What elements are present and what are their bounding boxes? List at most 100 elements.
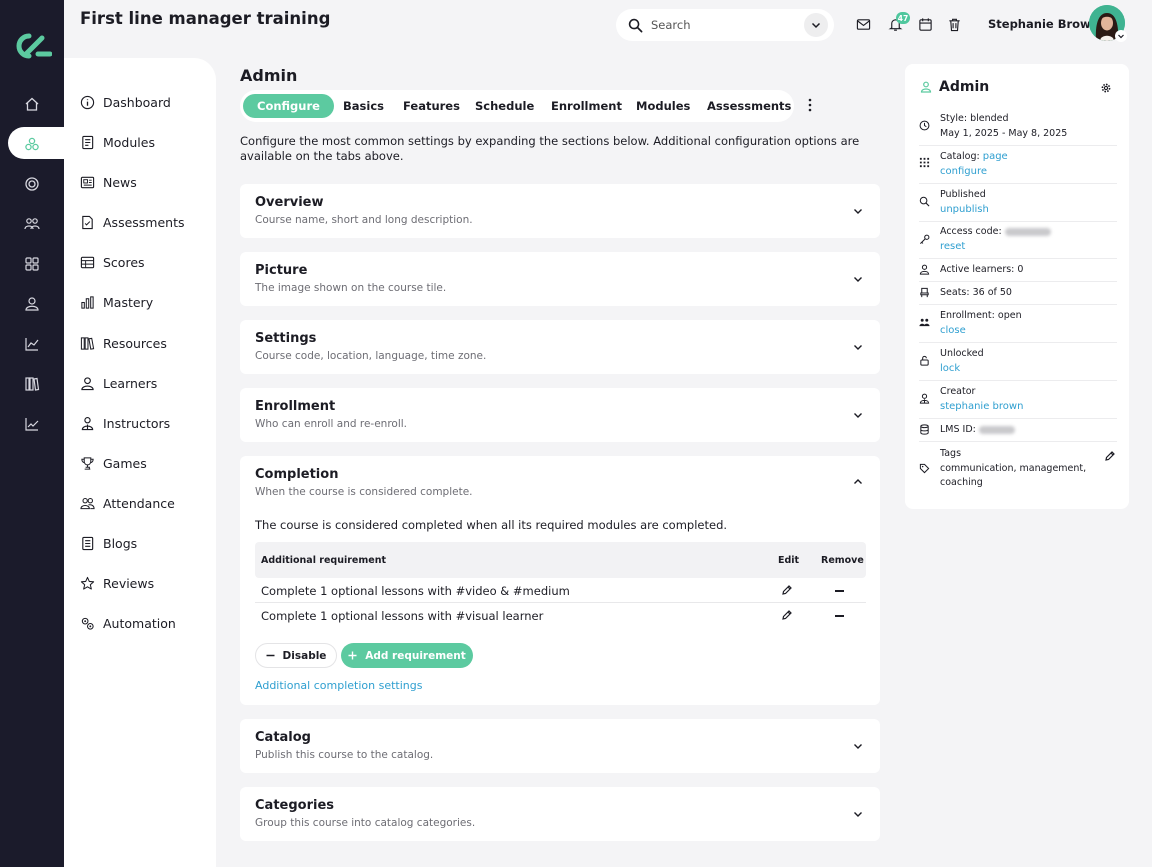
add-requirement-label: Add requirement — [365, 649, 466, 662]
section-title: Enrollment — [255, 399, 336, 414]
blog-icon — [82, 536, 94, 550]
nav-item-attendance[interactable]: Attendance — [80, 492, 175, 514]
section-title: Catalog — [255, 730, 311, 745]
nav-item-resources[interactable]: Resources — [80, 332, 167, 354]
section-picture[interactable]: Picture The image shown on the course ti… — [240, 252, 880, 306]
completion-description: The course is considered completed when … — [255, 518, 728, 532]
nav-item-learners[interactable]: Learners — [80, 372, 157, 394]
nav-item-label: Automation — [103, 615, 176, 631]
nav-item-assessments[interactable]: Assessments — [80, 211, 185, 233]
section-categories[interactable]: Categories Group this course into catalo… — [240, 787, 880, 841]
nav-item-modules[interactable]: Modules — [80, 131, 155, 153]
search-scope-dropdown[interactable] — [804, 13, 828, 37]
nav-item-dashboard[interactable]: Dashboard — [80, 91, 171, 113]
lock-link[interactable]: lock — [940, 362, 984, 377]
trend-icon[interactable] — [22, 414, 42, 434]
tag-icon — [919, 463, 930, 474]
tab-assessments[interactable]: Assessments — [707, 94, 791, 118]
home-icon[interactable] — [22, 94, 42, 114]
section-enrollment[interactable]: Enrollment Who can enroll and re-enroll. — [240, 388, 880, 442]
seat-icon — [920, 287, 929, 298]
add-requirement-button[interactable]: Add requirement — [341, 643, 473, 668]
tab-enrollment[interactable]: Enrollment — [551, 94, 622, 118]
calendar-icon[interactable] — [917, 16, 933, 32]
target-icon[interactable] — [22, 174, 42, 194]
search-input[interactable] — [651, 18, 804, 32]
creator-link[interactable]: stephanie brown — [940, 400, 1023, 415]
trash-icon[interactable] — [946, 16, 962, 32]
additional-completion-settings-link[interactable]: Additional completion settings — [255, 679, 422, 692]
search-bar[interactable] — [616, 9, 834, 41]
catalog-configure-link[interactable]: configure — [940, 165, 1008, 180]
nav-item-games[interactable]: Games — [80, 452, 147, 474]
tab-modules[interactable]: Modules — [636, 94, 690, 118]
chevron-down-icon[interactable] — [852, 740, 864, 752]
section-subtitle: Publish this course to the catalog. — [255, 749, 434, 761]
disable-button[interactable]: Disable — [255, 643, 337, 668]
unpublish-link[interactable]: unpublish — [940, 203, 989, 218]
app-rail — [0, 0, 72, 867]
tab-features[interactable]: Features — [403, 94, 460, 118]
nav-item-reviews[interactable]: Reviews — [80, 572, 154, 594]
nav-item-automation[interactable]: Automation — [80, 612, 176, 634]
section-subtitle: Course code, location, language, time zo… — [255, 350, 487, 362]
chevron-down-icon[interactable] — [852, 205, 864, 217]
key-icon — [920, 234, 930, 244]
column-header-remove: Remove — [821, 555, 864, 566]
tab-configure[interactable]: Configure — [243, 94, 334, 118]
person-icon[interactable] — [22, 294, 42, 314]
section-overview[interactable]: Overview Course name, short and long des… — [240, 184, 880, 238]
user-name[interactable]: Stephanie Brown — [988, 17, 1099, 31]
tab-basics[interactable]: Basics — [343, 94, 384, 118]
library-icon[interactable] — [22, 374, 42, 394]
page-title: Admin — [240, 66, 298, 85]
person-icon — [81, 376, 94, 390]
enrollment-label: Enrollment: open — [940, 310, 1022, 321]
remove-requirement-button[interactable] — [835, 615, 844, 617]
column-header-requirement: Additional requirement — [261, 555, 386, 566]
section-completion: Completion When the course is considered… — [240, 456, 880, 705]
app-logo[interactable] — [12, 30, 52, 62]
nav-item-label: Mastery — [103, 294, 154, 310]
info-row-style: Style: blended May 1, 2025 - May 8, 2025 — [919, 112, 1117, 146]
more-options-icon[interactable] — [805, 97, 815, 113]
unlock-icon — [920, 355, 929, 366]
minus-icon — [266, 654, 275, 657]
pencil-icon[interactable] — [781, 609, 793, 621]
catalog-page-link[interactable]: page — [983, 151, 1008, 162]
admin-user-icon — [920, 81, 932, 93]
column-header-edit: Edit — [778, 555, 800, 566]
remove-requirement-button[interactable] — [835, 590, 844, 592]
chart-icon[interactable] — [22, 334, 42, 354]
nav-item-news[interactable]: News — [80, 171, 137, 193]
gear-icon[interactable] — [1100, 82, 1112, 94]
chevron-down-icon[interactable] — [852, 808, 864, 820]
chevron-down-icon[interactable] — [852, 409, 864, 421]
admin-tabs: Configure Basics Features Schedule Enrol… — [240, 90, 794, 122]
user-menu-chevron[interactable] — [1115, 30, 1127, 42]
tab-schedule[interactable]: Schedule — [475, 94, 534, 118]
mail-icon[interactable] — [855, 16, 871, 32]
section-settings[interactable]: Settings Course code, location, language… — [240, 320, 880, 374]
nav-item-blogs[interactable]: Blogs — [80, 532, 137, 554]
people-icon[interactable] — [22, 214, 42, 234]
pencil-icon[interactable] — [1104, 450, 1116, 462]
grid-icon[interactable] — [22, 254, 42, 274]
chevron-down-icon[interactable] — [852, 273, 864, 285]
close-enrollment-link[interactable]: close — [940, 324, 1022, 339]
access-code-label: Access code: — [940, 226, 1002, 237]
group-icon — [80, 497, 95, 509]
grid-icon — [919, 157, 930, 168]
database-icon — [920, 424, 929, 435]
nav-item-scores[interactable]: Scores — [80, 251, 145, 273]
modules-icon[interactable] — [22, 134, 42, 154]
chevron-down-icon[interactable] — [852, 341, 864, 353]
section-catalog[interactable]: Catalog Publish this course to the catal… — [240, 719, 880, 773]
pencil-icon[interactable] — [781, 584, 793, 596]
nav-item-mastery[interactable]: Mastery — [80, 291, 153, 313]
instructor-icon — [81, 416, 94, 430]
reset-access-code-link[interactable]: reset — [940, 240, 1051, 255]
chevron-up-icon[interactable] — [852, 476, 864, 488]
nav-item-label: Reviews — [103, 575, 155, 591]
nav-item-instructors[interactable]: Instructors — [80, 412, 170, 434]
